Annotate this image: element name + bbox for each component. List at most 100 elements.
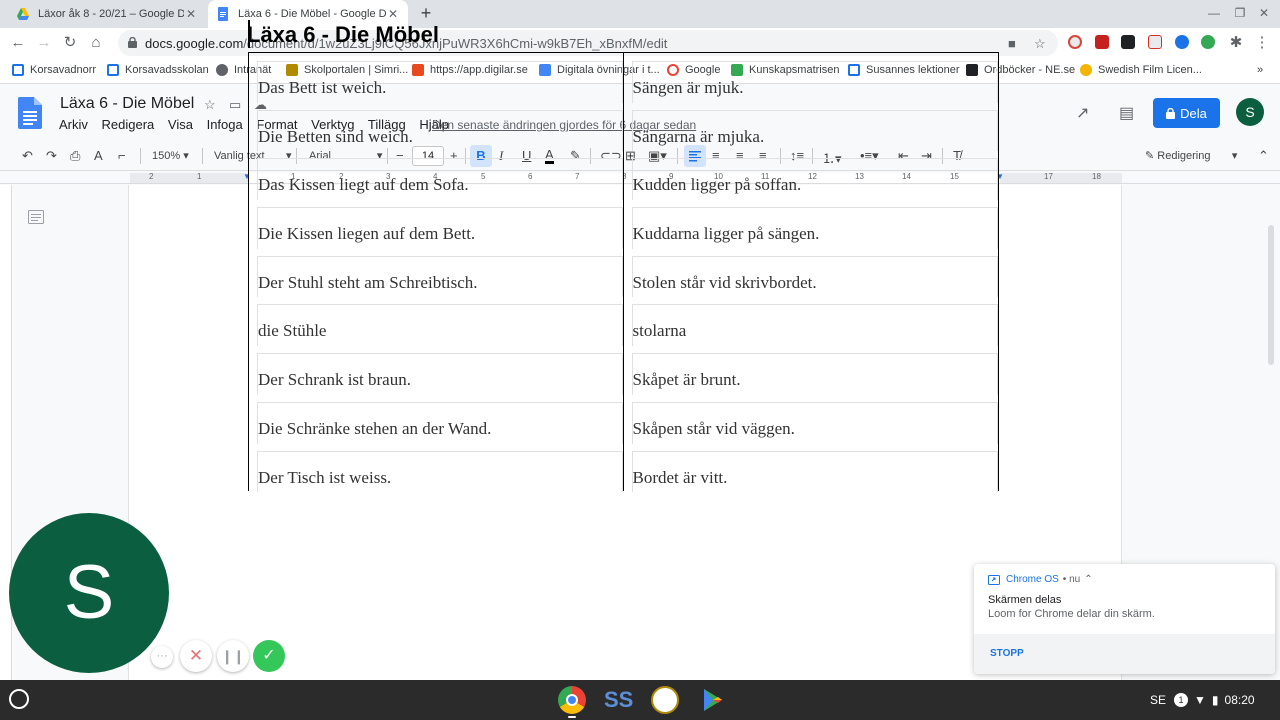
google-drive-icon: [17, 8, 29, 20]
more-icon[interactable]: ···: [151, 646, 173, 668]
print-icon[interactable]: ⎙: [70, 148, 80, 164]
avatar[interactable]: S: [1236, 98, 1264, 126]
table-cell-german[interactable]: Das Bett ist weich.: [249, 53, 624, 103]
home-icon[interactable]: ⌂: [86, 33, 106, 53]
table-cell-german[interactable]: Die Schränke stehen an der Wand.: [249, 393, 624, 444]
forward-icon[interactable]: →: [34, 33, 54, 53]
redo-icon[interactable]: ↷: [46, 148, 57, 164]
pause-icon[interactable]: ❙❙: [217, 640, 249, 672]
table-cell-german[interactable]: Die Betten sind weich.: [249, 101, 624, 152]
tab-drive[interactable]: Läxor åk 8 - 20/21 – Google Drive ✕: [8, 0, 206, 28]
table-cell-german[interactable]: Die Kissen liegen auf dem Bett.: [249, 199, 624, 249]
bookmark-icon: [1080, 64, 1092, 76]
extension-icon[interactable]: [1121, 35, 1135, 49]
menu-item-infoga[interactable]: Infoga: [207, 117, 243, 132]
table-row: Das Bett ist weich. Sängen är mjuk.: [249, 53, 998, 103]
undo-icon[interactable]: ↶: [22, 148, 33, 164]
back-icon[interactable]: ←: [8, 33, 28, 53]
table-cell-swedish[interactable]: Bordet är vitt.: [624, 443, 998, 493]
docs-logo-icon[interactable]: [18, 97, 42, 129]
launcher-icon[interactable]: [9, 689, 29, 709]
spellcheck-icon[interactable]: A: [94, 148, 103, 163]
star-icon[interactable]: ☆: [204, 97, 216, 113]
table-cell-german[interactable]: Der Schrank ist braun.: [249, 345, 624, 395]
table-row: Der Schrank ist braun. Skåpet är brunt.: [249, 345, 998, 395]
close-icon[interactable]: ✕: [386, 7, 400, 21]
bookmarks-overflow-icon[interactable]: »: [1257, 64, 1263, 76]
bookmark[interactable]: Korsavadnorr: [12, 64, 96, 76]
url-host: docs.google.com: [145, 36, 244, 51]
table-row: die Stühle stolarna: [249, 296, 998, 347]
close-icon[interactable]: ✕: [184, 7, 198, 21]
cancel-recording-icon[interactable]: ✕: [180, 640, 212, 672]
table-cell-swedish[interactable]: Stolen står vid skrivbordet.: [624, 248, 998, 298]
skolportalen-icon[interactable]: SS: [604, 686, 633, 714]
cast-icon[interactable]: [1148, 35, 1162, 49]
table-row: Die Betten sind weich. Sängarna är mjuka…: [249, 101, 998, 152]
table-cell-german[interactable]: Das Kissen liegt auf dem Sofa.: [249, 150, 624, 201]
loom-camera-bubble[interactable]: S: [9, 513, 169, 673]
menu-item-redigera[interactable]: Redigera: [102, 117, 155, 132]
vocabulary-table[interactable]: Das Bett ist weich. Sängen är mjuk. Die …: [248, 52, 999, 493]
notification-card[interactable]: Chrome OS • nu ⌃ Skärmen delas Loom for …: [974, 564, 1275, 674]
scrollbar[interactable]: [1268, 225, 1274, 365]
outline-icon[interactable]: [28, 210, 44, 224]
table-cell-german[interactable]: Der Stuhl steht am Schreibtisch.: [249, 247, 624, 298]
ruler-number: 2: [149, 172, 154, 181]
chrome-icon[interactable]: [558, 686, 586, 714]
activity-icon[interactable]: ↗: [1076, 103, 1089, 123]
restore-icon[interactable]: ❐: [1232, 6, 1248, 20]
move-folder-icon[interactable]: ▭: [229, 97, 241, 113]
more-icon[interactable]: ⋮: [1252, 33, 1272, 53]
extension-icon[interactable]: [1068, 35, 1082, 49]
table-cell-swedish[interactable]: Kudden ligger på soffan.: [624, 150, 998, 201]
bookmark[interactable]: Swedish Film Licen...: [1080, 64, 1202, 76]
finish-recording-icon[interactable]: ✓: [253, 640, 285, 672]
divider: [140, 148, 141, 164]
table-cell-swedish[interactable]: Sängarna är mjuka.: [624, 102, 998, 152]
document-title[interactable]: Läxa 6 - Die Möbel: [60, 95, 194, 113]
battery-icon: ▮: [1211, 693, 1219, 707]
comments-icon[interactable]: ▤: [1119, 103, 1134, 123]
minimize-icon[interactable]: —: [1206, 6, 1222, 20]
table-cell-german[interactable]: die Stühle: [249, 296, 624, 347]
notification-title: Skärmen delas: [988, 594, 1062, 606]
new-tab-button[interactable]: +: [416, 3, 436, 23]
camera-icon[interactable]: ■: [1008, 36, 1016, 51]
menu-item-arkiv[interactable]: Arkiv: [59, 117, 88, 132]
stop-button[interactable]: STOPP: [990, 648, 1024, 659]
ublock-icon[interactable]: [1095, 35, 1109, 49]
table-row: Der Stuhl steht am Schreibtisch. Stolen …: [249, 247, 998, 298]
clock: 08:20: [1224, 693, 1255, 707]
close-window-icon[interactable]: ✕: [1256, 6, 1272, 20]
status-tray[interactable]: SE 1 ▼ ▮ 08:20: [1150, 688, 1255, 712]
table-cell-swedish[interactable]: Sängen är mjuk.: [624, 53, 998, 103]
input-method: SE: [1150, 693, 1167, 707]
reload-icon[interactable]: ↻: [60, 33, 80, 53]
table-cell-swedish[interactable]: stolarna: [624, 296, 998, 347]
table-cell-swedish[interactable]: Skåpen står vid väggen.: [624, 394, 998, 444]
bookmark[interactable]: Korsavadsskolan: [107, 64, 209, 76]
chromeos-shelf: SS SE 1 ▼ ▮ 08:20: [0, 680, 1280, 720]
table-cell-german[interactable]: Der Tisch ist weiss.: [249, 442, 624, 493]
table-row: Das Kissen liegt auf dem Sofa. Kudden li…: [249, 150, 998, 201]
chevron-up-icon[interactable]: ⌃: [1084, 574, 1092, 585]
chevron-up-icon[interactable]: ⌃: [1258, 148, 1269, 164]
table-row: Die Schränke stehen an der Wand. Skåpen …: [249, 393, 998, 444]
zoom-select[interactable]: 150% ▾: [152, 149, 189, 162]
share-label: Dela: [1180, 105, 1207, 121]
star-icon[interactable]: ☆: [1034, 36, 1046, 52]
table-cell-swedish[interactable]: Kuddarna ligger på sängen.: [624, 199, 998, 249]
wifi-icon: ▼: [1194, 693, 1206, 707]
paint-format-icon[interactable]: ⌐: [118, 148, 126, 163]
menu-item-visa[interactable]: Visa: [168, 117, 193, 132]
school-crest-icon[interactable]: [651, 686, 679, 714]
extension-icon[interactable]: [1175, 35, 1189, 49]
puzzle-icon[interactable]: ✱: [1226, 33, 1246, 53]
play-store-icon[interactable]: [698, 686, 726, 714]
editing-mode-select[interactable]: ✎ Redigering ▾: [1145, 149, 1237, 162]
table-cell-swedish[interactable]: Skåpet är brunt.: [624, 345, 998, 395]
share-button[interactable]: Dela: [1153, 98, 1220, 128]
loom-icon[interactable]: [1201, 35, 1215, 49]
document-heading[interactable]: Läxa 6 - Die Möbel: [247, 22, 439, 48]
